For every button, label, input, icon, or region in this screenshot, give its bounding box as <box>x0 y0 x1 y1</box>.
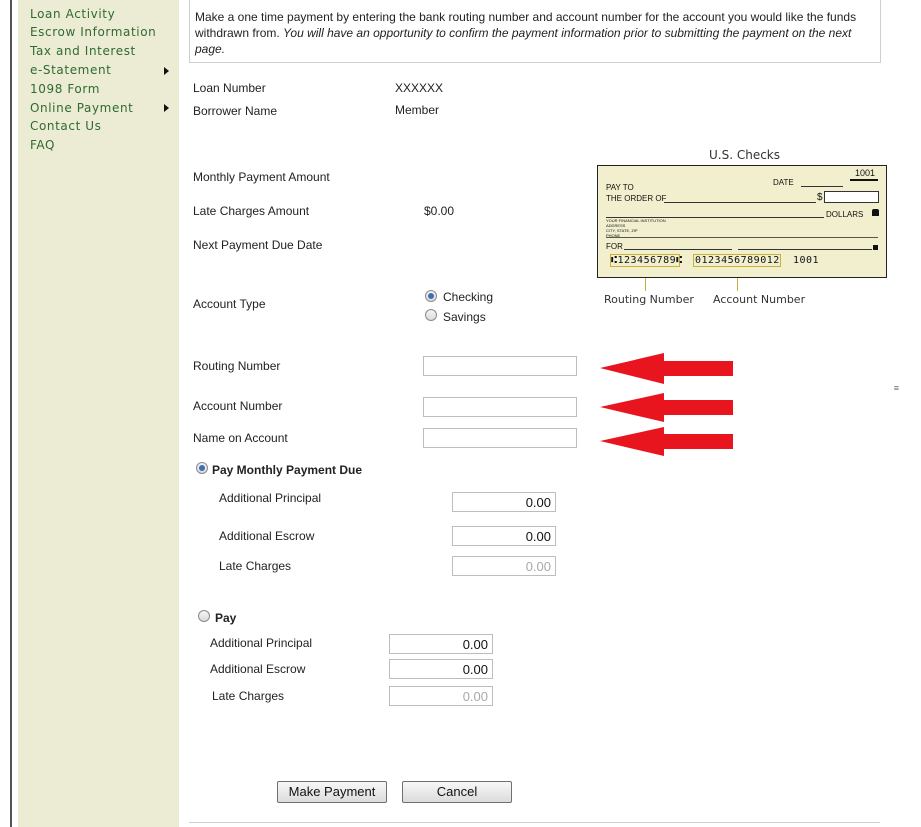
next-due-date-label: Next Payment Due Date <box>193 238 323 252</box>
pay-monthly-radio[interactable] <box>196 462 208 474</box>
checking-radio[interactable] <box>425 290 437 302</box>
annotation-arrows <box>600 353 733 456</box>
savings-label[interactable]: Savings <box>443 310 486 324</box>
sidebar-item-1098-form[interactable]: 1098 Form <box>30 82 100 96</box>
check-payee-line <box>664 202 816 203</box>
savings-radio[interactable] <box>425 309 437 321</box>
account-number-input[interactable] <box>423 397 577 417</box>
pay-additional-principal-label: Additional Principal <box>210 636 313 650</box>
sidebar-item-e-statement[interactable]: e-Statement <box>30 63 111 77</box>
arrow-left-icon <box>600 427 733 456</box>
check-memo-line <box>624 249 732 250</box>
check-pay-to: PAY TO <box>606 183 634 192</box>
arrow-left-icon <box>600 353 733 384</box>
pay-additional-principal-input[interactable] <box>389 634 493 654</box>
monthly-late-charges-label: Late Charges <box>219 559 292 573</box>
cancel-button[interactable]: Cancel <box>402 781 512 803</box>
submenu-arrow-icon <box>164 67 169 75</box>
pay-custom-radio[interactable] <box>198 610 210 622</box>
routing-number-input[interactable] <box>423 356 577 376</box>
submenu-arrow-icon <box>164 104 169 112</box>
routing-number-label: Routing Number <box>193 359 281 373</box>
pay-late-charges-input <box>389 686 493 706</box>
check-dollar-sign: $ <box>817 192 823 203</box>
pay-monthly-label[interactable]: Pay Monthly Payment Due <box>212 463 362 477</box>
arrow-left-icon <box>600 393 733 422</box>
pay-additional-escrow-input[interactable] <box>389 659 493 679</box>
make-payment-button[interactable]: Make Payment <box>277 781 387 803</box>
intro-text: Make a one time payment by entering the … <box>195 9 865 57</box>
pay-custom-label[interactable]: Pay <box>215 611 236 625</box>
sidebar-item-loan-activity[interactable]: Loan Activity <box>30 7 115 21</box>
lock-icon <box>872 209 879 216</box>
account-callout-line <box>737 278 738 291</box>
borrower-name-value: Member <box>395 103 440 117</box>
check-micr-account: 0123456789012 <box>695 255 780 266</box>
borrower-name-label: Borrower Name <box>193 104 278 118</box>
checking-label[interactable]: Checking <box>443 290 493 304</box>
late-charges-label: Late Charges Amount <box>193 204 310 218</box>
name-on-account-label: Name on Account <box>193 431 288 445</box>
check-micr-routing: ⑆123456789⑆ <box>611 255 683 266</box>
monthly-additional-escrow-input[interactable] <box>452 526 556 546</box>
account-number-caption: Account Number <box>713 293 806 306</box>
check-number: 1001 <box>855 168 876 178</box>
window-frame <box>0 0 18 827</box>
pay-late-charges-label: Late Charges <box>212 689 285 703</box>
monthly-late-charges-input <box>452 556 556 576</box>
monthly-additional-principal-label: Additional Principal <box>219 491 322 505</box>
sidebar-item-online-payment[interactable]: Online Payment <box>30 101 133 115</box>
check-for-label: FOR <box>606 242 623 251</box>
check-signature-mark <box>873 245 878 250</box>
check-number-bar <box>850 179 878 181</box>
routing-callout-line <box>645 278 646 291</box>
intro-confirm-note: You will have an opportunity to confirm … <box>195 26 852 56</box>
monthly-additional-principal-input[interactable] <box>452 492 556 512</box>
check-signature-line <box>738 249 872 250</box>
bottom-divider <box>189 822 880 823</box>
pay-additional-escrow-label: Additional Escrow <box>210 662 306 676</box>
loan-number-label: Loan Number <box>193 81 266 95</box>
sidebar: Loan Activity Escrow Information Tax and… <box>18 0 179 827</box>
sidebar-item-contact-us[interactable]: Contact Us <box>30 119 102 133</box>
check-image-caption: U.S. Checks <box>709 148 781 162</box>
loan-number-value: XXXXXX <box>395 81 444 95</box>
check-order-of: THE ORDER OF <box>606 194 667 203</box>
account-type-label: Account Type <box>193 297 266 311</box>
monthly-additional-escrow-label: Additional Escrow <box>219 529 315 543</box>
check-dollars-label: DOLLARS <box>826 210 864 219</box>
frame-border <box>10 0 12 827</box>
check-micr-number: 1001 <box>793 255 820 266</box>
check-memo-separator <box>606 237 878 238</box>
check-date-line <box>801 186 843 187</box>
monthly-payment-label: Monthly Payment Amount <box>193 170 330 184</box>
resize-grip-icon[interactable]: ≡ <box>894 383 899 393</box>
check-amount-box <box>824 191 879 203</box>
sidebar-item-faq[interactable]: FAQ <box>30 138 55 152</box>
routing-number-caption: Routing Number <box>604 293 694 306</box>
name-on-account-input[interactable] <box>423 428 577 448</box>
check-illustration: 1001 DATE PAY TO THE ORDER OF $ DOLLARS … <box>597 165 887 278</box>
sidebar-item-escrow-information[interactable]: Escrow Information <box>30 25 156 39</box>
check-date-label: DATE <box>773 178 794 187</box>
late-charges-value: $0.00 <box>424 204 455 218</box>
sidebar-item-tax-and-interest[interactable]: Tax and Interest <box>30 44 136 58</box>
account-number-label: Account Number <box>193 399 283 413</box>
